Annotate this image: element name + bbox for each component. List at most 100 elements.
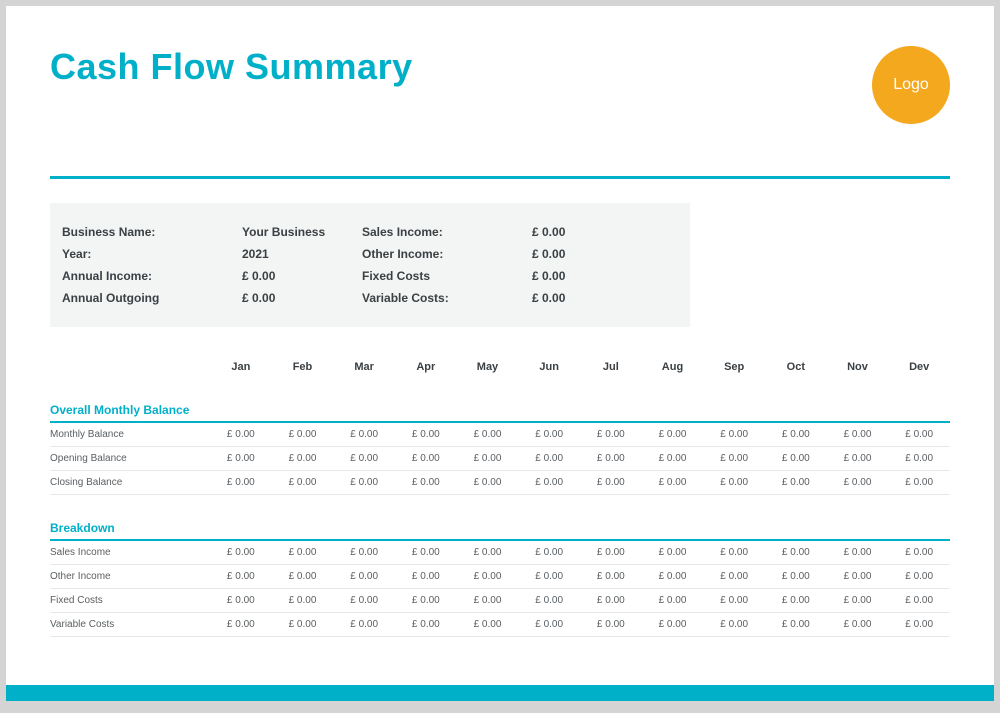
other-income-label: Other Income:	[362, 247, 532, 261]
variable-costs-label: Variable Costs:	[362, 291, 532, 305]
cell: £ 0.00	[765, 547, 827, 558]
annual-income-value: £ 0.00	[242, 269, 362, 283]
sales-income-label: Sales Income:	[362, 225, 532, 239]
month-nov: Nov	[827, 361, 889, 373]
cell: £ 0.00	[395, 453, 457, 464]
annual-outgoing-value: £ 0.00	[242, 291, 362, 305]
month-sep: Sep	[703, 361, 765, 373]
month-jul: Jul	[580, 361, 642, 373]
table-row: Opening Balance £ 0.00£ 0.00£ 0.00£ 0.00…	[50, 447, 950, 471]
table-row: Fixed Costs £ 0.00£ 0.00£ 0.00£ 0.00£ 0.…	[50, 589, 950, 613]
cell: £ 0.00	[457, 453, 519, 464]
cell: £ 0.00	[642, 477, 704, 488]
cell: £ 0.00	[333, 595, 395, 606]
variable-costs-value: £ 0.00	[532, 291, 652, 305]
cell: £ 0.00	[765, 571, 827, 582]
cell: £ 0.00	[765, 595, 827, 606]
cell: £ 0.00	[518, 453, 580, 464]
row-label: Monthly Balance	[50, 429, 210, 440]
cell: £ 0.00	[580, 453, 642, 464]
cell: £ 0.00	[888, 547, 950, 558]
cell: £ 0.00	[395, 571, 457, 582]
divider-top	[50, 176, 950, 179]
cell: £ 0.00	[580, 429, 642, 440]
row-label: Opening Balance	[50, 453, 210, 464]
month-dev: Dev	[888, 361, 950, 373]
cell: £ 0.00	[580, 619, 642, 630]
cell: £ 0.00	[642, 619, 704, 630]
cell: £ 0.00	[518, 477, 580, 488]
cell: £ 0.00	[210, 571, 272, 582]
cell: £ 0.00	[703, 477, 765, 488]
row-label: Sales Income	[50, 547, 210, 558]
section-breakdown-title: Breakdown	[50, 521, 950, 541]
cell: £ 0.00	[888, 571, 950, 582]
cell: £ 0.00	[272, 477, 334, 488]
month-header-row: Jan Feb Mar Apr May Jun Jul Aug Sep Oct …	[50, 361, 950, 373]
cell: £ 0.00	[888, 453, 950, 464]
cell: £ 0.00	[827, 571, 889, 582]
cell: £ 0.00	[457, 619, 519, 630]
cell: £ 0.00	[703, 619, 765, 630]
section-overall-title: Overall Monthly Balance	[50, 403, 950, 423]
row-label: Variable Costs	[50, 619, 210, 630]
cell: £ 0.00	[888, 619, 950, 630]
month-mar: Mar	[333, 361, 395, 373]
cell: £ 0.00	[210, 547, 272, 558]
cell: £ 0.00	[827, 619, 889, 630]
month-apr: Apr	[395, 361, 457, 373]
other-income-value: £ 0.00	[532, 247, 652, 261]
cell: £ 0.00	[210, 453, 272, 464]
cell: £ 0.00	[272, 619, 334, 630]
cell: £ 0.00	[395, 595, 457, 606]
annual-outgoing-label: Annual Outgoing	[62, 291, 242, 305]
cell: £ 0.00	[457, 429, 519, 440]
cell: £ 0.00	[210, 429, 272, 440]
cell: £ 0.00	[888, 477, 950, 488]
year-value: 2021	[242, 247, 362, 261]
table-row: Monthly Balance £ 0.00£ 0.00£ 0.00£ 0.00…	[50, 423, 950, 447]
cell: £ 0.00	[333, 547, 395, 558]
cell: £ 0.00	[395, 619, 457, 630]
header: Cash Flow Summary Logo	[50, 46, 950, 124]
cell: £ 0.00	[395, 477, 457, 488]
cell: £ 0.00	[642, 453, 704, 464]
table-row: Other Income £ 0.00£ 0.00£ 0.00£ 0.00£ 0…	[50, 565, 950, 589]
cell: £ 0.00	[642, 595, 704, 606]
page-title: Cash Flow Summary	[50, 46, 413, 88]
logo-text: Logo	[893, 76, 929, 94]
cell: £ 0.00	[518, 547, 580, 558]
month-jun: Jun	[518, 361, 580, 373]
row-label: Closing Balance	[50, 477, 210, 488]
cell: £ 0.00	[333, 571, 395, 582]
cell: £ 0.00	[333, 429, 395, 440]
document-page: Cash Flow Summary Logo Business Name: Yo…	[6, 6, 994, 701]
cell: £ 0.00	[457, 547, 519, 558]
cell: £ 0.00	[827, 429, 889, 440]
cell: £ 0.00	[333, 477, 395, 488]
cell: £ 0.00	[765, 619, 827, 630]
table-row: Sales Income £ 0.00£ 0.00£ 0.00£ 0.00£ 0…	[50, 541, 950, 565]
cell: £ 0.00	[580, 595, 642, 606]
logo-circle: Logo	[872, 46, 950, 124]
cell: £ 0.00	[703, 595, 765, 606]
table-row: Closing Balance £ 0.00£ 0.00£ 0.00£ 0.00…	[50, 471, 950, 495]
cell: £ 0.00	[272, 571, 334, 582]
cell: £ 0.00	[765, 453, 827, 464]
cell: £ 0.00	[457, 477, 519, 488]
cell: £ 0.00	[333, 453, 395, 464]
cell: £ 0.00	[518, 429, 580, 440]
cell: £ 0.00	[395, 429, 457, 440]
cell: £ 0.00	[642, 429, 704, 440]
cell: £ 0.00	[518, 595, 580, 606]
business-name-value: Your Business	[242, 225, 362, 239]
footer-accent-bar	[6, 685, 994, 701]
cell: £ 0.00	[703, 571, 765, 582]
cell: £ 0.00	[888, 595, 950, 606]
cell: £ 0.00	[272, 453, 334, 464]
cell: £ 0.00	[580, 477, 642, 488]
cell: £ 0.00	[642, 571, 704, 582]
cell: £ 0.00	[827, 547, 889, 558]
month-feb: Feb	[272, 361, 334, 373]
row-label: Fixed Costs	[50, 595, 210, 606]
